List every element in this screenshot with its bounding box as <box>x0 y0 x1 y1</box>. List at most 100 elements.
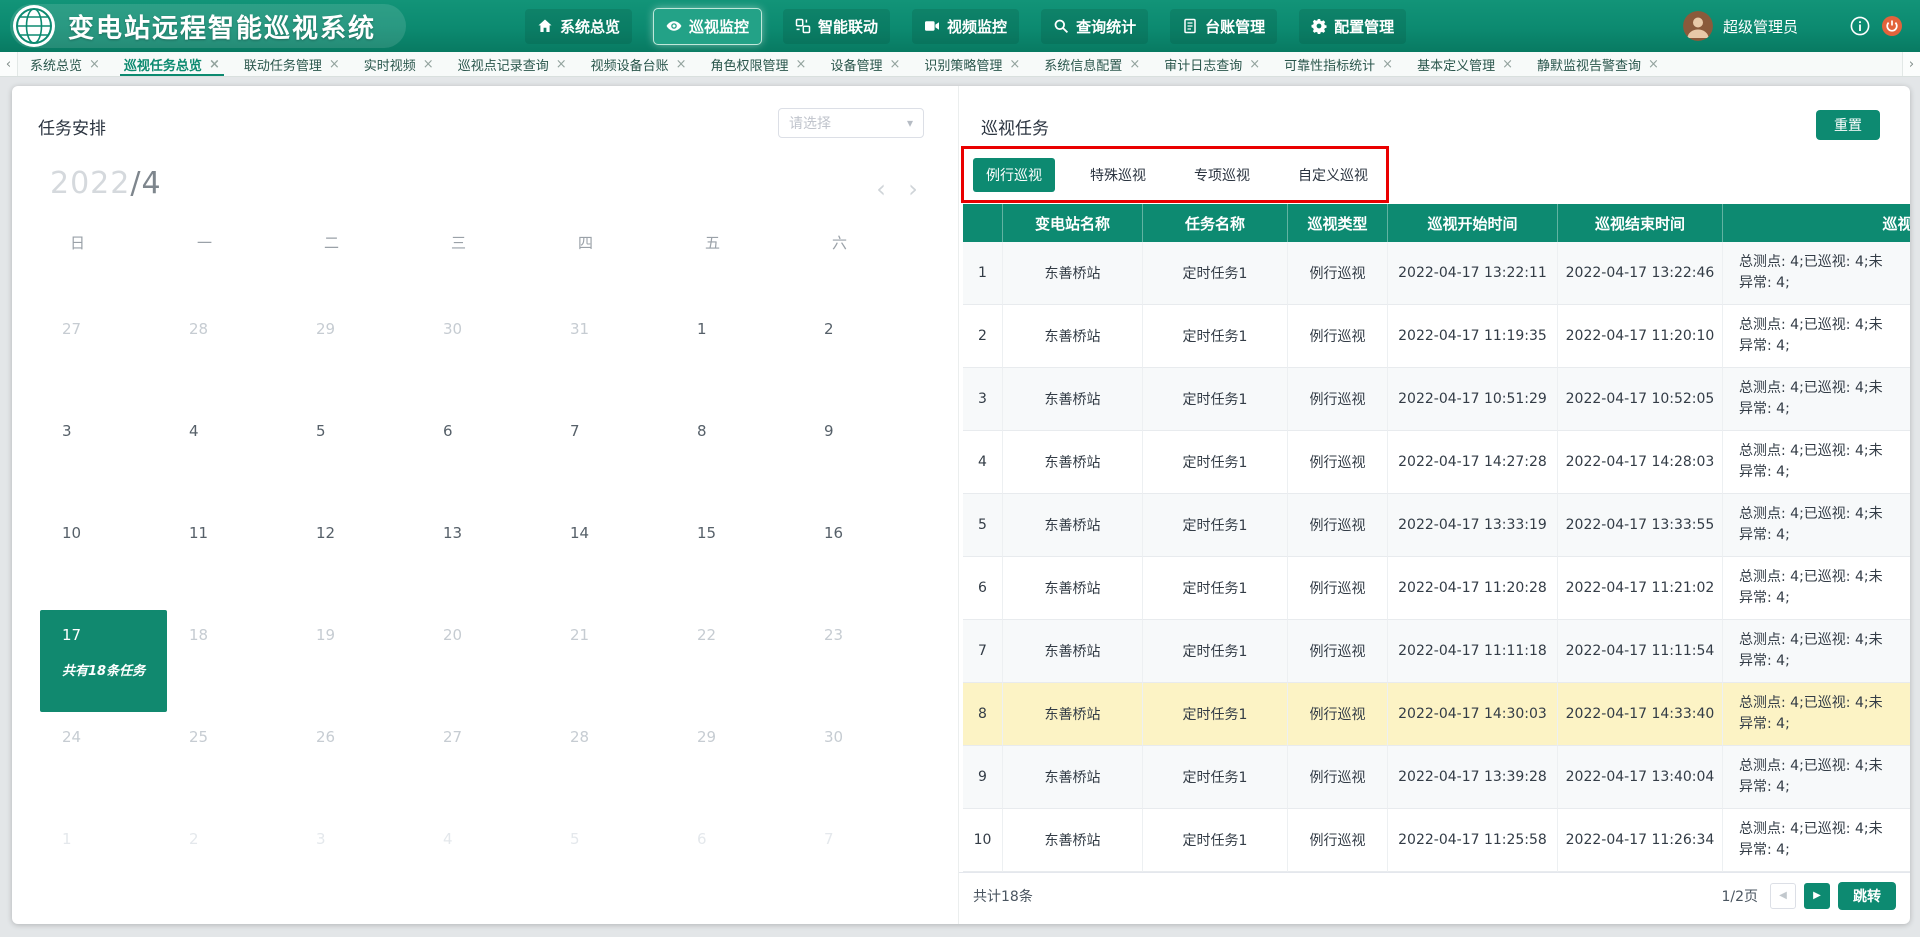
calendar-day[interactable]: 9 <box>802 406 929 508</box>
table-row[interactable]: 9东善桥站定时任务1例行巡视2022-04-17 13:39:282022-04… <box>963 746 1910 809</box>
tab-item[interactable]: 视频设备台账× <box>579 52 699 76</box>
tabs-scroll-left-button[interactable]: ‹ <box>0 52 18 76</box>
tab-item[interactable]: 巡视点记录查询× <box>446 52 579 76</box>
tab-item[interactable]: 设备管理× <box>818 52 912 76</box>
calendar-day[interactable]: 15 <box>675 508 802 610</box>
tab-item[interactable]: 识别策略管理× <box>912 52 1032 76</box>
reset-button[interactable]: 重置 <box>1816 110 1880 140</box>
calendar-day[interactable]: 21 <box>548 610 675 712</box>
table-row[interactable]: 3东善桥站定时任务1例行巡视2022-04-17 10:51:292022-04… <box>963 368 1910 431</box>
calendar-day[interactable]: 28 <box>167 304 294 406</box>
close-icon[interactable]: × <box>1382 57 1393 72</box>
calendar-day[interactable]: 8 <box>675 406 802 508</box>
table-row[interactable]: 10东善桥站定时任务1例行巡视2022-04-17 11:25:582022-0… <box>963 809 1910 872</box>
close-icon[interactable]: × <box>676 57 687 72</box>
calendar-day[interactable]: 31 <box>548 304 675 406</box>
table-row[interactable]: 6东善桥站定时任务1例行巡视2022-04-17 11:20:282022-04… <box>963 557 1910 620</box>
user-avatar-icon[interactable] <box>1683 11 1713 41</box>
tab-item[interactable]: 角色权限管理× <box>699 52 819 76</box>
tab-item[interactable]: 联动任务管理× <box>232 52 352 76</box>
jump-button[interactable]: 跳转 <box>1838 882 1896 910</box>
calendar-day[interactable]: 24 <box>40 712 167 814</box>
tab-item[interactable]: 系统总览× <box>18 52 112 76</box>
calendar-day[interactable]: 30 <box>421 304 548 406</box>
close-icon[interactable]: × <box>1249 57 1260 72</box>
calendar-day[interactable]: 5 <box>548 814 675 916</box>
tab-item[interactable]: 实时视频× <box>352 52 446 76</box>
tab-item[interactable]: 基本定义管理× <box>1405 52 1525 76</box>
tab-item[interactable]: 静默监视告警查询× <box>1525 52 1671 76</box>
calendar-day[interactable]: 14 <box>548 508 675 610</box>
calendar-day[interactable]: 27 <box>40 304 167 406</box>
calendar-day[interactable]: 3 <box>40 406 167 508</box>
calendar-day[interactable]: 5 <box>294 406 421 508</box>
close-icon[interactable]: × <box>796 57 807 72</box>
table-row[interactable]: 1东善桥站定时任务1例行巡视2022-04-17 13:22:112022-04… <box>963 242 1910 305</box>
calendar-day[interactable]: 4 <box>167 406 294 508</box>
calendar-day[interactable]: 29 <box>294 304 421 406</box>
nav-item[interactable]: 智能联动 <box>783 9 890 44</box>
calendar-day[interactable]: 12 <box>294 508 421 610</box>
tab-item[interactable]: 巡视任务总览× <box>112 52 232 76</box>
calendar-day[interactable]: 22 <box>675 610 802 712</box>
calendar-day[interactable]: 17共有18条任务 <box>40 610 167 712</box>
table-row[interactable]: 4东善桥站定时任务1例行巡视2022-04-17 14:27:282022-04… <box>963 431 1910 494</box>
filter-tab[interactable]: 例行巡视 <box>973 158 1055 192</box>
calendar-day[interactable]: 28 <box>548 712 675 814</box>
calendar-day[interactable]: 1 <box>675 304 802 406</box>
close-icon[interactable]: × <box>1009 57 1020 72</box>
table-row[interactable]: 2东善桥站定时任务1例行巡视2022-04-17 11:19:352022-04… <box>963 305 1910 368</box>
tab-item[interactable]: 审计日志查询× <box>1152 52 1272 76</box>
calendar-day[interactable]: 7 <box>548 406 675 508</box>
close-icon[interactable]: × <box>889 57 900 72</box>
next-page-button[interactable]: ▶ <box>1804 883 1830 909</box>
close-icon[interactable]: × <box>209 57 220 72</box>
schedule-filter-select[interactable]: 请选择 ▾ <box>778 108 924 138</box>
tabs-scroll-right-button[interactable]: › <box>1902 52 1920 76</box>
close-icon[interactable]: × <box>1648 57 1659 72</box>
calendar-day[interactable]: 19 <box>294 610 421 712</box>
close-icon[interactable]: × <box>329 57 340 72</box>
prev-page-button[interactable]: ◀ <box>1770 883 1796 909</box>
calendar-day[interactable]: 2 <box>802 304 929 406</box>
calendar-day[interactable]: 30 <box>802 712 929 814</box>
calendar-day[interactable]: 26 <box>294 712 421 814</box>
close-icon[interactable]: × <box>1129 57 1140 72</box>
calendar-day[interactable]: 25 <box>167 712 294 814</box>
calendar-day[interactable]: 3 <box>294 814 421 916</box>
calendar-day[interactable]: 7 <box>802 814 929 916</box>
calendar-day[interactable]: 27 <box>421 712 548 814</box>
nav-item[interactable]: 巡视监控 <box>654 9 761 44</box>
tab-item[interactable]: 系统信息配置× <box>1032 52 1152 76</box>
close-icon[interactable]: × <box>1502 57 1513 72</box>
calendar-day[interactable]: 1 <box>40 814 167 916</box>
calendar-day[interactable]: 11 <box>167 508 294 610</box>
calendar-day[interactable]: 29 <box>675 712 802 814</box>
calendar-day[interactable]: 6 <box>675 814 802 916</box>
filter-tab[interactable]: 专项巡视 <box>1181 158 1263 192</box>
nav-item[interactable]: 系统总览 <box>525 9 632 44</box>
table-row[interactable]: 7东善桥站定时任务1例行巡视2022-04-17 11:11:182022-04… <box>963 620 1910 683</box>
tab-item[interactable]: 可靠性指标统计× <box>1272 52 1405 76</box>
calendar-day[interactable]: 13 <box>421 508 548 610</box>
calendar-next-button[interactable]: › <box>902 174 924 204</box>
nav-item[interactable]: 视频监控 <box>912 9 1019 44</box>
calendar-day[interactable]: 6 <box>421 406 548 508</box>
info-icon[interactable] <box>1850 16 1870 36</box>
close-icon[interactable]: × <box>89 57 100 72</box>
calendar-day[interactable]: 10 <box>40 508 167 610</box>
nav-item[interactable]: 查询统计 <box>1041 9 1148 44</box>
nav-item[interactable]: 配置管理 <box>1299 9 1406 44</box>
close-icon[interactable]: × <box>423 57 434 72</box>
calendar-day[interactable]: 16 <box>802 508 929 610</box>
power-icon[interactable] <box>1882 16 1902 36</box>
close-icon[interactable]: × <box>556 57 567 72</box>
table-row[interactable]: 5东善桥站定时任务1例行巡视2022-04-17 13:33:192022-04… <box>963 494 1910 557</box>
filter-tab[interactable]: 特殊巡视 <box>1077 158 1159 192</box>
calendar-day[interactable]: 4 <box>421 814 548 916</box>
calendar-day[interactable]: 2 <box>167 814 294 916</box>
calendar-day[interactable]: 23 <box>802 610 929 712</box>
calendar-prev-button[interactable]: ‹ <box>870 174 892 204</box>
nav-item[interactable]: 台账管理 <box>1170 9 1277 44</box>
calendar-day[interactable]: 20 <box>421 610 548 712</box>
